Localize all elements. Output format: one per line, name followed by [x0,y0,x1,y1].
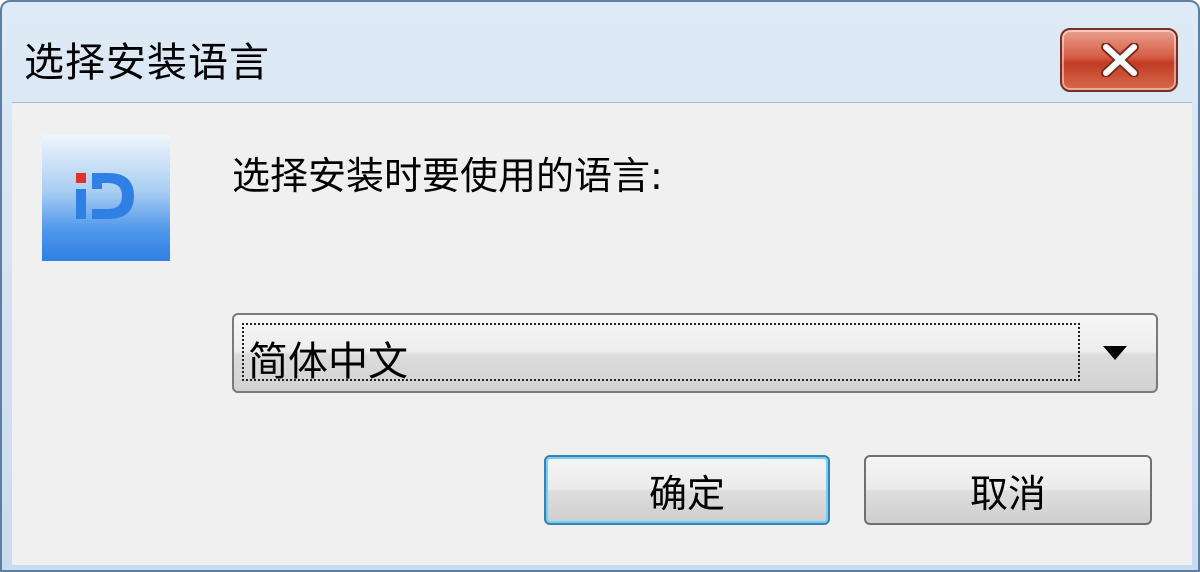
dropdown-arrow-icon[interactable] [1102,345,1128,361]
dialog-title: 选择安装语言 [24,40,270,86]
prompt-label: 选择安装时要使用的语言: [232,154,663,198]
language-select[interactable]: 简体中文 [232,313,1158,393]
cancel-button[interactable]: 取消 [864,455,1152,525]
title-bar[interactable]: 选择安装语言 [2,2,1198,102]
installer-language-dialog: 选择安装语言 选择安装时要使用的语言: 简体中文 确定 取消 [0,0,1200,572]
language-select-focus-box: 简体中文 [242,323,1080,385]
ok-button[interactable]: 确定 [544,455,830,525]
close-icon [1101,43,1139,77]
close-button[interactable] [1060,28,1178,92]
dialog-body: 选择安装时要使用的语言: 简体中文 确定 取消 [12,102,1192,565]
language-select-value: 简体中文 [248,339,408,385]
app-logo-icon [42,135,170,261]
